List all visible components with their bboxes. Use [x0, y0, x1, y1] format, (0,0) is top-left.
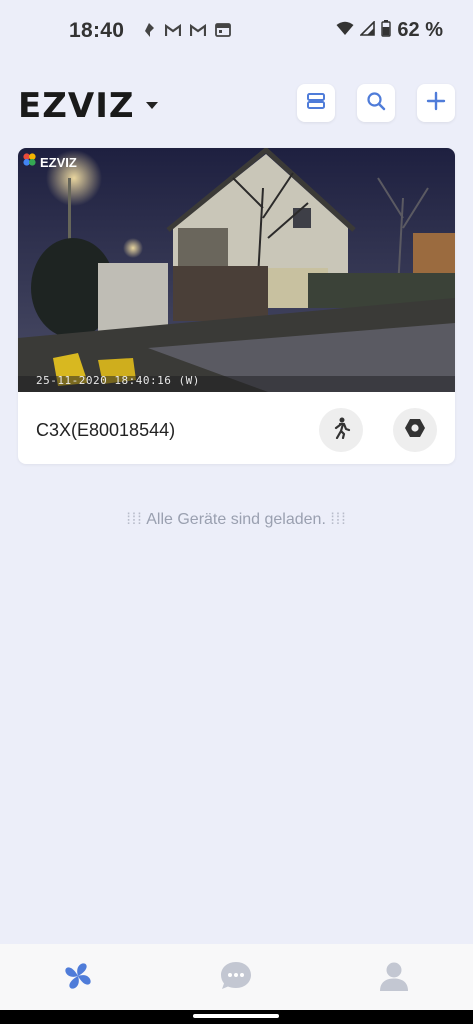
notification-icon: [142, 22, 156, 43]
settings-icon: [404, 417, 426, 444]
preview-watermark: EZVIZ: [22, 152, 77, 172]
battery-icon: [381, 19, 392, 42]
nav-profile[interactable]: [374, 958, 414, 998]
motion-detection-button[interactable]: [319, 408, 363, 452]
system-icons: 62 %: [336, 19, 443, 42]
ezviz-logo-icon: [22, 152, 37, 172]
wifi-icon: [336, 21, 354, 41]
device-card[interactable]: EZVIZ 25-11-2020 18:40:16 (W) C3X(E80018…: [18, 148, 455, 464]
preview-logo-text: EZVIZ: [40, 154, 77, 170]
add-device-button[interactable]: [417, 84, 455, 122]
search-button[interactable]: [357, 84, 395, 122]
signal-icon: [359, 19, 376, 41]
gmail-icon: [189, 23, 207, 42]
calendar-icon: [215, 23, 231, 42]
home-icon: [61, 959, 95, 998]
nav-home[interactable]: [58, 958, 98, 998]
bottom-navigation: [0, 944, 473, 1010]
logo-text: EZVIZ: [18, 86, 135, 126]
search-icon: [366, 91, 386, 116]
chevron-down-icon[interactable]: [145, 97, 159, 115]
dots-icon: ⁞⁞⁞: [330, 511, 347, 528]
motion-detection-icon: [331, 417, 351, 444]
messages-icon: [219, 960, 253, 997]
dots-icon: ⁞⁞⁞: [126, 511, 143, 528]
app-logo[interactable]: EZVIZ: [18, 86, 159, 126]
add-icon: [426, 91, 446, 116]
gmail-icon: [164, 23, 182, 42]
devices-loaded-status: ⁞⁞⁞ Alle Geräte sind geladen. ⁞⁞⁞: [0, 511, 473, 529]
camera-snapshot-image: [18, 148, 455, 392]
profile-icon: [378, 960, 410, 997]
notification-icons: [142, 22, 231, 43]
home-gesture-bar[interactable]: [193, 1014, 279, 1018]
status-time: 18:40: [69, 19, 125, 42]
device-name[interactable]: C3X(E80018544): [36, 420, 175, 441]
camera-preview[interactable]: EZVIZ 25-11-2020 18:40:16 (W): [18, 148, 455, 392]
loaded-message: Alle Geräte sind geladen.: [146, 511, 326, 528]
device-settings-button[interactable]: [393, 408, 437, 452]
list-view-icon: [306, 91, 326, 116]
nav-messages[interactable]: [216, 958, 256, 998]
preview-timestamp: 25-11-2020 18:40:16 (W): [36, 374, 200, 387]
list-view-button[interactable]: [297, 84, 335, 122]
battery-percent: 62 %: [397, 19, 443, 41]
status-bar: 18:40 62 %: [0, 0, 473, 64]
